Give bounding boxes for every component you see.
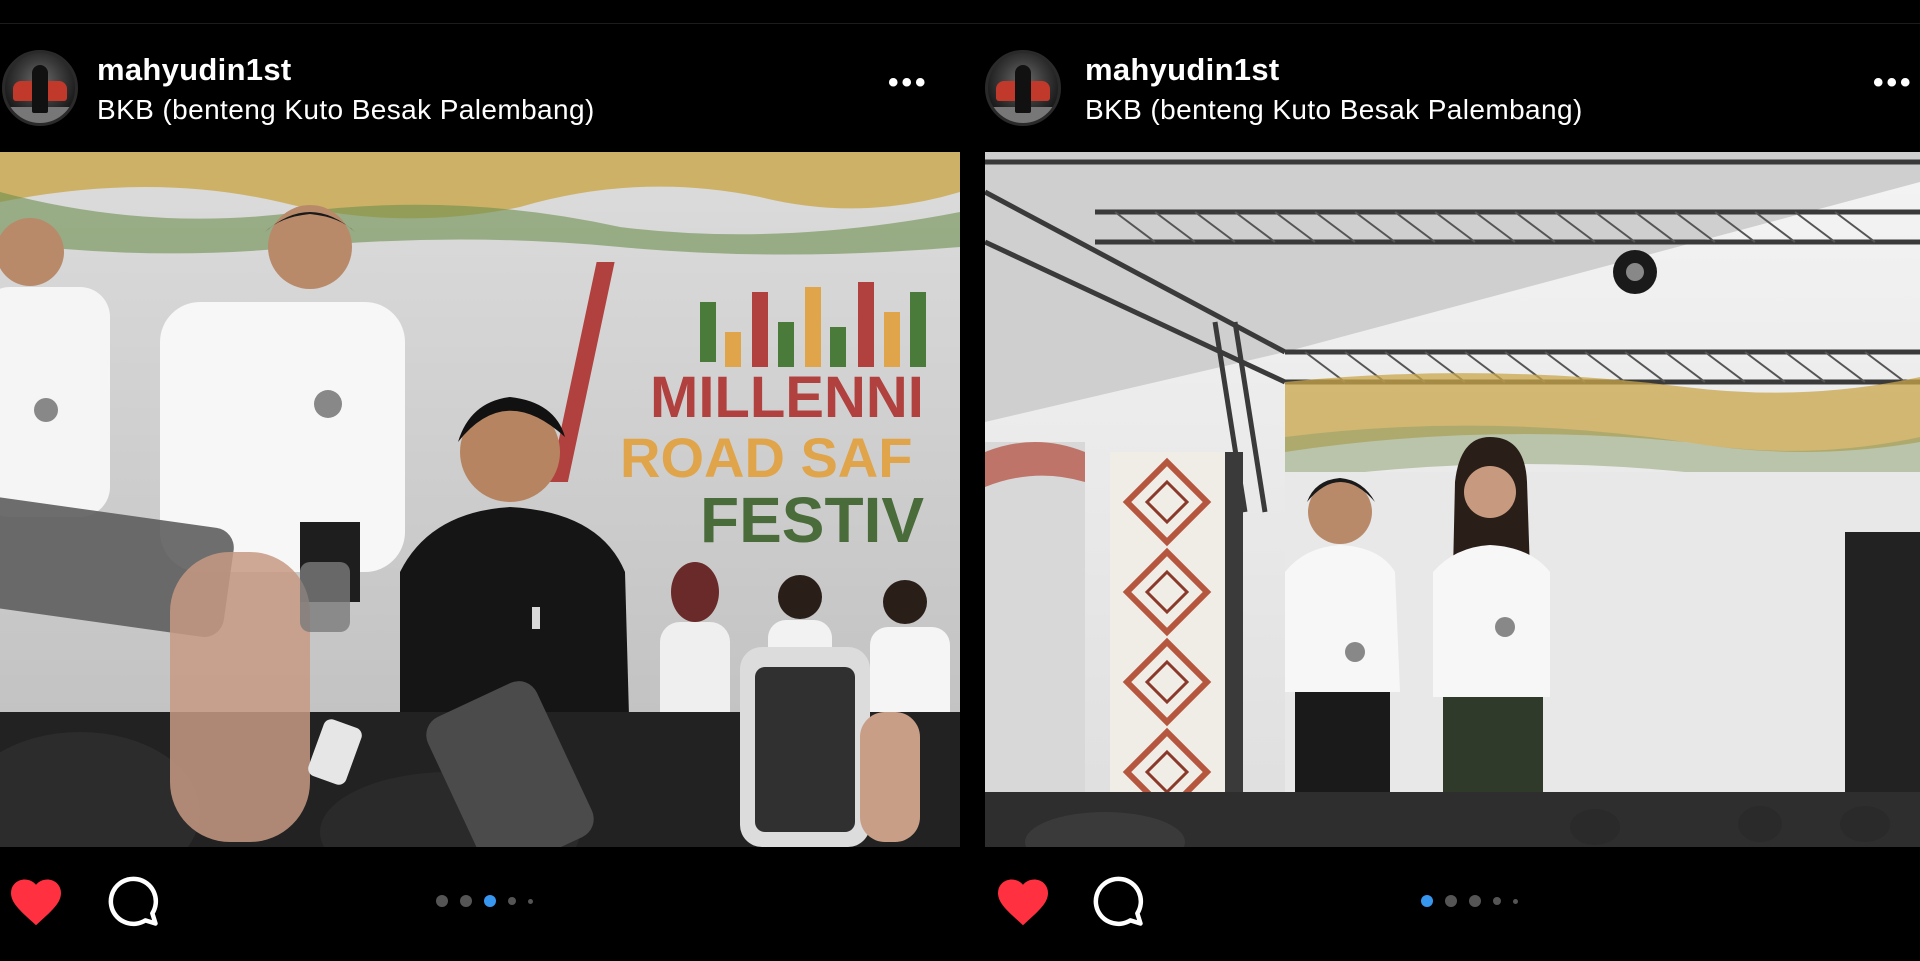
carousel-dot (528, 898, 533, 904)
carousel-dot (484, 895, 496, 907)
banner-line-1: MILLENNI (650, 365, 924, 430)
post-header: mahyudin1st BKB (benteng Kuto Besak Pale… (985, 40, 1920, 150)
carousel-indicator (436, 895, 533, 907)
carousel-dot (1469, 895, 1481, 907)
avatar[interactable] (2, 50, 78, 126)
username[interactable]: mahyudin1st (1085, 52, 1280, 88)
carousel-dot (436, 895, 448, 907)
carousel-dot (1493, 897, 1501, 905)
heart-icon[interactable] (993, 872, 1053, 932)
post-header: mahyudin1st BKB (benteng Kuto Besak Pale… (0, 40, 960, 150)
more-icon[interactable]: ••• (888, 68, 929, 98)
carousel-dot (508, 897, 516, 905)
post-photo[interactable] (985, 152, 1920, 847)
carousel-dot (1513, 898, 1518, 904)
banner-line-3: FESTIV (700, 484, 924, 556)
username[interactable]: mahyudin1st (97, 52, 292, 88)
more-icon[interactable]: ••• (1873, 68, 1914, 98)
heart-icon[interactable] (6, 872, 66, 932)
carousel-dot (1421, 895, 1433, 907)
post-actions (985, 872, 1920, 942)
carousel-dot (1445, 895, 1457, 907)
location[interactable]: BKB (benteng Kuto Besak Palembang) (97, 94, 595, 126)
post-photo[interactable]: MILLENNI ROAD SAF FESTIV (0, 152, 960, 847)
post-actions (0, 872, 960, 942)
avatar[interactable] (985, 50, 1061, 126)
post-right: mahyudin1st BKB (benteng Kuto Besak Pale… (985, 0, 1920, 961)
carousel-indicator (1421, 895, 1518, 907)
post-left: mahyudin1st BKB (benteng Kuto Besak Pale… (0, 0, 960, 961)
carousel-dot (460, 895, 472, 907)
location[interactable]: BKB (benteng Kuto Besak Palembang) (1085, 94, 1583, 126)
banner-line-2: ROAD SAF (620, 426, 912, 489)
comment-icon[interactable] (1091, 874, 1145, 928)
comment-icon[interactable] (106, 874, 160, 928)
